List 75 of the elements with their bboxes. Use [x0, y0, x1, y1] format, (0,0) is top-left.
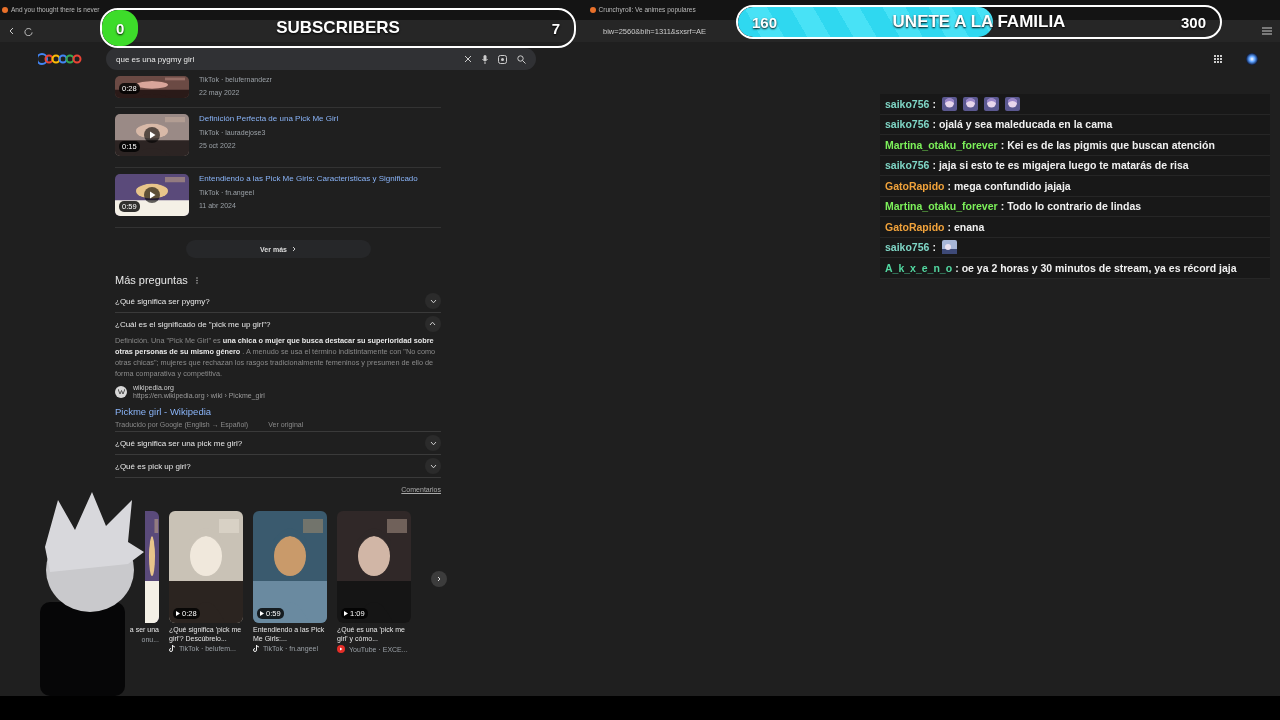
search-icon[interactable] [517, 54, 526, 64]
back-icon[interactable] [8, 27, 14, 35]
emote-icon [983, 96, 999, 111]
chat-message: Kei es de las pigmis que buscan atención [1007, 138, 1215, 151]
tab-favicon [589, 7, 596, 13]
menu-icon[interactable] [1262, 27, 1272, 35]
emote-icon [1004, 96, 1020, 111]
chat-separator: : [932, 241, 936, 254]
chat-username[interactable]: GatoRapido [885, 220, 945, 233]
tab-favicon [2, 7, 8, 13]
chat-separator: : [1000, 138, 1005, 151]
video-title-link[interactable]: Entendiendo a las Pick Me Girls: Características y Significado [199, 174, 418, 183]
play-icon [344, 611, 348, 616]
chevron-icon [429, 321, 437, 327]
goal-target: 300 [1180, 13, 1206, 31]
emote-icon [962, 96, 978, 111]
google-logo-icon [38, 52, 82, 66]
emote-icon [941, 240, 957, 255]
reload-icon[interactable] [24, 26, 33, 36]
chat-username[interactable]: Martina_otaku_forever [885, 138, 998, 151]
chevron-icon [429, 463, 437, 469]
section-heading: Más preguntas [115, 274, 188, 286]
chat-message: oe ya 2 horas y 30 minutos de stream, ya es récord jaja [961, 261, 1237, 274]
play-icon[interactable] [144, 187, 160, 203]
goal-current: 0 [116, 19, 125, 37]
question-text[interactable]: ¿Cuál es el significado de "pick me up girl"? [115, 319, 271, 329]
question-text[interactable]: ¿Qué significa ser una pick me girl? [115, 438, 243, 448]
camera-icon[interactable] [498, 54, 507, 64]
goal-target: 7 [551, 19, 560, 37]
goal-label: UNETE A LA FAMILIA [892, 12, 1066, 32]
chat-separator: : [932, 159, 936, 172]
goal-current: 160 [752, 13, 778, 31]
chat-username[interactable]: A_k_x_e_n_o [885, 261, 953, 274]
emote-icon [941, 96, 957, 111]
chat-separator: : [947, 179, 951, 192]
chat-separator: : [955, 261, 959, 274]
microphone-icon[interactable] [482, 54, 488, 64]
tiktok-icon [169, 645, 175, 652]
search-query: que es una pygmy girl [116, 54, 196, 64]
source-title-link[interactable]: Pickme girl - Wikipedia [115, 406, 212, 417]
question-text[interactable]: ¿Qué significa ser pygmy? [115, 296, 210, 306]
apps-icon[interactable] [1214, 55, 1222, 63]
chat-username[interactable]: saiko756 [885, 97, 930, 110]
chevron-right-icon [291, 246, 296, 252]
play-icon [176, 611, 180, 616]
chevron-icon [429, 440, 437, 446]
chat-message: jaja si esto te es migajera luego te matarás de risa [938, 159, 1189, 172]
google-logo[interactable] [38, 52, 82, 66]
chat-message: ojalá y sea maleducada en la cama [938, 118, 1113, 131]
chat-username[interactable]: saiko756 [885, 241, 930, 254]
chat-username[interactable]: saiko756 [885, 118, 930, 131]
chevron-right-icon [437, 576, 441, 582]
play-icon[interactable] [144, 127, 160, 143]
chat-username[interactable]: GatoRapido [885, 179, 945, 192]
tiktok-icon [253, 645, 259, 652]
chat-username[interactable]: saiko756 [885, 159, 930, 172]
more-icon[interactable] [195, 276, 198, 284]
chevron-icon [429, 298, 437, 304]
question-text[interactable]: ¿Qué es pick up girl? [115, 461, 191, 471]
chat-message: Todo lo contrario de lindas [1007, 200, 1142, 213]
play-icon [260, 611, 264, 616]
wikipedia-icon [115, 385, 127, 398]
video-title-link[interactable]: Definición Perfecta de una Pick Me Girl [199, 114, 339, 123]
account-avatar[interactable] [1246, 53, 1258, 65]
chat-message: mega confundido jajaja [954, 179, 1071, 192]
chat-username[interactable]: Martina_otaku_forever [885, 200, 998, 213]
chat-separator: : [932, 97, 936, 110]
goal-label: SUBSCRIBERS [276, 18, 400, 38]
chat-separator: : [1000, 200, 1005, 213]
chat-separator: : [947, 220, 951, 233]
youtube-icon [337, 645, 345, 653]
close-icon[interactable] [464, 55, 472, 63]
chat-message: enana [954, 220, 985, 233]
chat-separator: : [932, 118, 936, 131]
search-field[interactable]: que es una pygmy girl [106, 48, 536, 70]
